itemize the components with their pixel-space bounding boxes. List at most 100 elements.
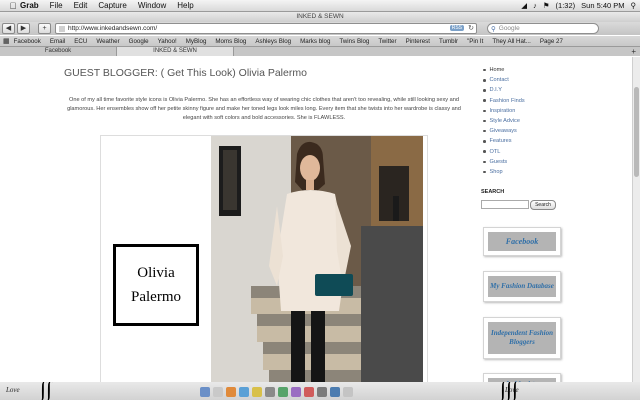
page-viewport: GUEST BLOGGER: ( Get This Look) Olivia P… — [0, 57, 632, 382]
name-line: Palermo — [131, 289, 181, 305]
bookmark-item[interactable]: Tumblr — [439, 38, 458, 45]
favicon-icon — [59, 25, 65, 32]
post-image: Olivia Palermo — [100, 135, 428, 382]
system-preferences-icon[interactable] — [265, 387, 275, 397]
search-placeholder: Google — [498, 25, 520, 32]
calendar-icon[interactable] — [304, 387, 314, 397]
itunes-icon[interactable] — [278, 387, 288, 397]
bookmark-item[interactable]: ECU — [74, 38, 87, 45]
bookmark-item[interactable]: They All Hat... — [492, 38, 531, 45]
bookmark-item[interactable]: Moms Blog — [215, 38, 246, 45]
menu-capture[interactable]: Capture — [98, 1, 126, 10]
apple-menu-icon[interactable]:  — [6, 1, 20, 11]
dock: ∫∫ ∫∫∫ Love Love — [0, 382, 640, 400]
search-field[interactable]: ⚲ Google — [487, 23, 599, 34]
bookmark-item[interactable]: Twins Blog — [339, 38, 369, 45]
sidebar-search-heading: SEARCH — [481, 189, 505, 195]
wallpaper-text: Love — [505, 386, 519, 394]
bookmarks-book-icon[interactable]: ▦ — [3, 37, 10, 45]
word-icon[interactable] — [330, 387, 340, 397]
name-line: Olivia — [137, 265, 175, 281]
menu-window[interactable]: Window — [138, 1, 166, 10]
bookmark-item[interactable]: Weather — [96, 38, 119, 45]
sidebar-item-fashion-finds[interactable]: Fashion Finds — [483, 96, 525, 106]
olivia-palermo-photo — [211, 136, 423, 382]
sidebar-item-shop[interactable]: Shop — [483, 167, 525, 177]
sidebar-item-home[interactable]: Home — [483, 65, 525, 75]
bookmark-item[interactable]: Yahoo! — [158, 38, 177, 45]
photo-booth-icon[interactable] — [291, 387, 301, 397]
bookmark-item[interactable]: Twitter — [378, 38, 396, 45]
sidebar-item-features[interactable]: Features — [483, 136, 525, 146]
menu-app-name[interactable]: Grab — [20, 1, 39, 10]
firefox-icon[interactable] — [226, 387, 236, 397]
wallpaper-text: Love — [6, 386, 20, 394]
bookmark-item[interactable]: Facebook — [14, 38, 41, 45]
new-tab-button[interactable]: + — [631, 47, 636, 56]
badge-label: Facebook — [488, 232, 556, 251]
add-bookmark-button[interactable]: + — [38, 23, 51, 34]
independent-fashion-bloggers-badge[interactable]: Independent Fashion Bloggers — [483, 317, 561, 359]
bookmarks-bar: ▦ Facebook Email ECU Weather Google Yaho… — [0, 36, 640, 47]
sidebar-item-giveaways[interactable]: Giveaways — [483, 126, 525, 136]
forward-button[interactable]: ▶ — [17, 23, 30, 34]
bookmark-item[interactable]: MyBlog — [186, 38, 207, 45]
window-title: INKED & SEWN — [0, 12, 640, 22]
search-icon: ⚲ — [491, 25, 496, 33]
flag-icon[interactable]: ⚑ — [543, 1, 550, 10]
back-button[interactable]: ◀ — [2, 23, 15, 34]
preview-icon[interactable] — [317, 387, 327, 397]
sidebar-search-button[interactable]: Search — [530, 200, 556, 210]
sidebar-item-contact[interactable]: Contact — [483, 75, 525, 85]
fashionista-badge[interactable]: fashionista — [483, 373, 561, 382]
bookmark-item[interactable]: "Pin It — [467, 38, 483, 45]
safari-icon[interactable] — [239, 387, 249, 397]
bookmark-item[interactable]: Google — [129, 38, 149, 45]
rss-icon[interactable]: RSS — [449, 25, 464, 31]
clock[interactable]: Sun 5:40 PM — [581, 1, 624, 10]
spotlight-icon[interactable]: ⚲ — [631, 1, 637, 10]
tab-bar: Facebook INKED & SEWN + — [0, 47, 640, 56]
bookmark-item[interactable]: Pinterest — [406, 38, 430, 45]
desktop-wallpaper-script: ∫∫ — [40, 382, 53, 400]
vertical-scrollbar[interactable] — [632, 57, 640, 382]
photo-illustration — [211, 136, 423, 382]
sidebar-item-inspiration[interactable]: Inspiration — [483, 106, 525, 116]
url-text[interactable]: http://www.inkedandsewn.com/ — [68, 25, 157, 32]
address-bar[interactable]: http://www.inkedandsewn.com/ RSS ↻ — [55, 23, 477, 34]
trash-icon[interactable] — [343, 387, 353, 397]
menu-bar:  Grab File Edit Capture Window Help ◢ ♪… — [0, 0, 640, 12]
menu-edit[interactable]: Edit — [74, 1, 88, 10]
browser-toolbar: ◀ ▶ + http://www.inkedandsewn.com/ RSS ↻… — [0, 22, 640, 35]
post-body: One of my all time favorite style icons … — [67, 97, 461, 121]
sidebar-item-style-advice[interactable]: Style Advice — [483, 116, 525, 126]
sidebar-item-guests[interactable]: Guests — [483, 157, 525, 167]
dock-icons — [200, 387, 356, 397]
sidebar-item-diy[interactable]: D.I.Y — [483, 85, 525, 95]
bookmark-item[interactable]: Email — [50, 38, 65, 45]
sidebar-item-otl[interactable]: OTL — [483, 147, 525, 157]
post-title[interactable]: GUEST BLOGGER: ( Get This Look) Olivia P… — [64, 67, 307, 79]
bookmark-item[interactable]: Marks blog — [300, 38, 330, 45]
scrollbar-thumb[interactable] — [634, 87, 639, 177]
tab-inked-and-sewn[interactable]: INKED & SEWN — [117, 47, 234, 56]
volume-icon[interactable]: ♪ — [533, 1, 537, 10]
sidebar-search-input[interactable] — [481, 200, 529, 209]
dashboard-icon[interactable] — [213, 387, 223, 397]
badge-label: Independent Fashion Bloggers — [488, 322, 556, 354]
name-graphic: Olivia Palermo — [113, 244, 199, 326]
mail-icon[interactable] — [252, 387, 262, 397]
facebook-badge[interactable]: Facebook — [483, 227, 561, 256]
badge-label: My Fashion Database — [488, 276, 556, 297]
menu-help[interactable]: Help — [177, 1, 193, 10]
menu-file[interactable]: File — [50, 1, 63, 10]
sidebar-nav: Home Contact D.I.Y Fashion Finds Inspira… — [483, 65, 525, 177]
bookmark-item[interactable]: Ashleys Blog — [255, 38, 291, 45]
fashion-database-badge[interactable]: My Fashion Database — [483, 271, 561, 302]
bookmark-item[interactable]: Page 27 — [540, 38, 563, 45]
wifi-icon[interactable]: ◢ — [521, 1, 527, 10]
reload-icon[interactable]: ↻ — [468, 24, 474, 32]
finder-icon[interactable] — [200, 387, 210, 397]
battery-status[interactable]: (1:32) — [556, 1, 576, 10]
tab-facebook[interactable]: Facebook — [0, 47, 117, 56]
